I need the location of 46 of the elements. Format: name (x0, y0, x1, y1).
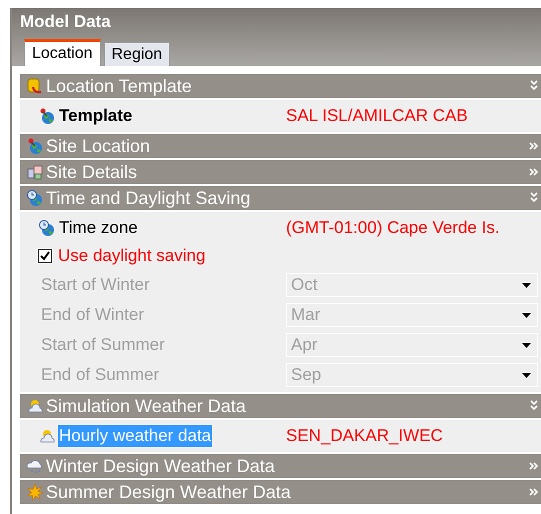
expand-icon[interactable] (529, 486, 539, 498)
section-header[interactable]: Simulation Weather Data (20, 394, 541, 418)
field-label: Start of Winter (40, 274, 151, 296)
checkbox-label[interactable]: Use daylight saving (58, 246, 206, 266)
property-icon (38, 219, 56, 237)
section-title[interactable]: Simulation Weather Data (46, 396, 527, 416)
expand-icon[interactable] (529, 460, 539, 472)
section-header[interactable]: Location Template (20, 74, 541, 98)
section-header[interactable]: Site Location (20, 134, 541, 158)
collapse-icon[interactable] (529, 400, 539, 412)
section-icon (26, 189, 44, 207)
tab[interactable]: Region (104, 42, 170, 66)
field-label: Start of Summer (40, 334, 166, 356)
section-header[interactable]: Site Details (20, 160, 541, 184)
section-title[interactable]: Site Location (46, 136, 527, 156)
property-label[interactable]: Template (58, 105, 134, 127)
section-icon (26, 77, 44, 95)
field-label: End of Summer (40, 364, 160, 386)
property-icon (38, 427, 56, 445)
property-label[interactable]: Hourly weather data (58, 425, 212, 447)
section-header[interactable]: Time and Daylight Saving (20, 186, 541, 210)
section-header[interactable]: Winter Design Weather Data (20, 454, 541, 478)
section-icon (26, 163, 44, 181)
property-value[interactable]: (GMT-01:00) Cape Verde Is. (286, 218, 500, 238)
expand-icon[interactable] (529, 166, 539, 178)
collapse-icon[interactable] (529, 80, 539, 92)
section-title[interactable]: Summer Design Weather Data (46, 482, 527, 502)
section-title[interactable]: Winter Design Weather Data (46, 456, 527, 476)
section-icon (26, 397, 44, 415)
section-icon (26, 457, 44, 475)
section-icon (26, 483, 44, 501)
tab[interactable]: Location (24, 39, 100, 66)
section-icon (26, 137, 44, 155)
checkbox[interactable] (38, 249, 52, 263)
property-label[interactable]: Time zone (58, 217, 139, 239)
expand-icon[interactable] (529, 140, 539, 152)
property-value[interactable]: SAL ISL/AMILCAR CAB (286, 106, 468, 126)
section-title[interactable]: Site Details (46, 162, 527, 182)
collapse-icon[interactable] (529, 192, 539, 204)
property-value[interactable]: SEN_DAKAR_IWEC (286, 426, 443, 446)
section-header[interactable]: Summer Design Weather Data (20, 480, 541, 504)
section-title[interactable]: Location Template (46, 76, 527, 96)
panel-title: Model Data (19, 11, 112, 33)
section-title[interactable]: Time and Daylight Saving (46, 188, 527, 208)
property-icon (38, 107, 56, 125)
field-label: End of Winter (40, 304, 145, 326)
